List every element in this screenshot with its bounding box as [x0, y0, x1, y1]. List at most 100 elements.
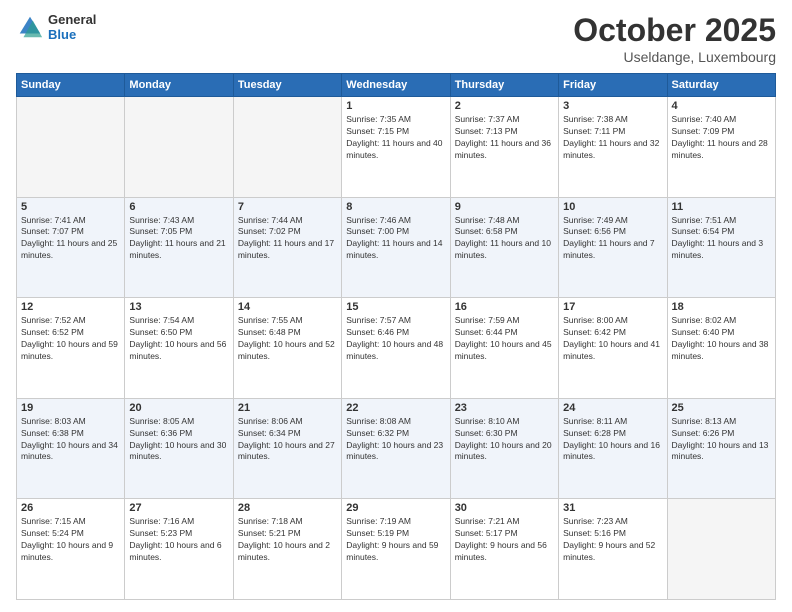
calendar-day-cell: 3Sunrise: 7:38 AMSunset: 7:11 PMDaylight… — [559, 97, 667, 198]
day-number: 22 — [346, 402, 445, 414]
day-number: 29 — [346, 502, 445, 514]
calendar-day-cell: 7 Sunrise: 7:44 AMSunset: 7:02 PMDaylight… — [233, 197, 341, 298]
day-number: 9 — [455, 201, 554, 213]
weekday-header-wednesday: Wednesday — [342, 74, 450, 97]
calendar-day-cell: 8Sunrise: 7:46 AMSunset: 7:00 PMDaylight… — [342, 197, 450, 298]
day-number: 20 — [129, 402, 228, 414]
calendar-day-cell: 23Sunrise: 8:10 AMSunset: 6:30 PMDayligh… — [450, 398, 558, 499]
calendar-day-cell: 12 Sunrise: 7:52 AMSunset: 6:52 PMDayligh… — [17, 298, 125, 399]
day-number: 7 — [238, 201, 337, 213]
calendar-day-cell: 6 Sunrise: 7:43 AMSunset: 7:05 PMDaylight… — [125, 197, 233, 298]
weekday-header-saturday: Saturday — [667, 74, 775, 97]
day-info: Sunrise: 7:57 AMSunset: 6:46 PMDaylight:… — [346, 315, 445, 363]
calendar-week-row: 1 Sunrise: 7:35 AMSunset: 7:15 PMDaylight… — [17, 97, 776, 198]
calendar-day-cell: 17 Sunrise: 8:00 AMSunset: 6:42 PMDayligh… — [559, 298, 667, 399]
page: General Blue October 2025 Useldange, Lux… — [0, 0, 792, 612]
day-info: Sunrise: 7:43 AMSunset: 7:05 PMDaylight:… — [129, 215, 228, 263]
calendar-day-cell: 4 Sunrise: 7:40 AMSunset: 7:09 PMDaylight… — [667, 97, 775, 198]
day-number: 6 — [129, 201, 228, 213]
calendar-header-row: SundayMondayTuesdayWednesdayThursdayFrid… — [17, 74, 776, 97]
day-info: Sunrise: 7:59 AMSunset: 6:44 PMDaylight:… — [455, 315, 554, 363]
day-info: Sunrise: 8:00 AMSunset: 6:42 PMDaylight:… — [563, 315, 662, 363]
calendar-week-row: 26Sunrise: 7:15 AMSunset: 5:24 PMDayligh… — [17, 499, 776, 600]
day-number: 2 — [455, 100, 554, 112]
day-number: 27 — [129, 502, 228, 514]
day-info: Sunrise: 7:41 AMSunset: 7:07 PMDaylight:… — [21, 215, 120, 263]
day-number: 30 — [455, 502, 554, 514]
calendar-day-cell: 28Sunrise: 7:18 AMSunset: 5:21 PMDayligh… — [233, 499, 341, 600]
logo-general: General — [48, 12, 96, 27]
day-info: Sunrise: 7:21 AMSunset: 5:17 PMDaylight:… — [455, 516, 554, 564]
title-location: Useldange, Luxembourg — [573, 49, 776, 65]
day-number: 19 — [21, 402, 120, 414]
calendar-day-cell: 10 Sunrise: 7:49 AMSunset: 6:56 PMDayligh… — [559, 197, 667, 298]
day-number: 28 — [238, 502, 337, 514]
calendar-day-cell — [233, 97, 341, 198]
calendar-week-row: 19 Sunrise: 8:03 AMSunset: 6:38 PMDayligh… — [17, 398, 776, 499]
weekday-header-monday: Monday — [125, 74, 233, 97]
day-info: Sunrise: 7:38 AMSunset: 7:11 PMDaylight:… — [563, 114, 662, 162]
day-number: 18 — [672, 301, 771, 313]
day-number: 25 — [672, 402, 771, 414]
day-info: Sunrise: 8:03 AMSunset: 6:38 PMDaylight:… — [21, 416, 120, 464]
day-info: Sunrise: 7:19 AMSunset: 5:19 PMDaylight:… — [346, 516, 445, 564]
day-number: 11 — [672, 201, 771, 213]
day-info: Sunrise: 7:35 AMSunset: 7:15 PMDaylight:… — [346, 114, 445, 162]
calendar-day-cell: 1 Sunrise: 7:35 AMSunset: 7:15 PMDaylight… — [342, 97, 450, 198]
weekday-header-tuesday: Tuesday — [233, 74, 341, 97]
calendar-day-cell: 11Sunrise: 7:51 AMSunset: 6:54 PMDayligh… — [667, 197, 775, 298]
calendar-day-cell: 18 Sunrise: 8:02 AMSunset: 6:40 PMDayligh… — [667, 298, 775, 399]
day-info: Sunrise: 7:44 AMSunset: 7:02 PMDaylight:… — [238, 215, 337, 263]
header: General Blue October 2025 Useldange, Lux… — [16, 12, 776, 65]
calendar-day-cell — [125, 97, 233, 198]
day-info: Sunrise: 7:48 AMSunset: 6:58 PMDaylight:… — [455, 215, 554, 263]
calendar-day-cell: 21 Sunrise: 8:06 AMSunset: 6:34 PMDayligh… — [233, 398, 341, 499]
day-info: Sunrise: 8:02 AMSunset: 6:40 PMDaylight:… — [672, 315, 771, 363]
day-number: 5 — [21, 201, 120, 213]
logo-blue: Blue — [48, 27, 96, 42]
calendar-day-cell — [667, 499, 775, 600]
calendar-day-cell: 27 Sunrise: 7:16 AMSunset: 5:23 PMDayligh… — [125, 499, 233, 600]
day-info: Sunrise: 7:55 AMSunset: 6:48 PMDaylight:… — [238, 315, 337, 363]
day-number: 10 — [563, 201, 662, 213]
day-info: Sunrise: 7:46 AMSunset: 7:00 PMDaylight:… — [346, 215, 445, 263]
calendar-week-row: 12 Sunrise: 7:52 AMSunset: 6:52 PMDayligh… — [17, 298, 776, 399]
day-number: 15 — [346, 301, 445, 313]
calendar-day-cell: 15 Sunrise: 7:57 AMSunset: 6:46 PMDayligh… — [342, 298, 450, 399]
day-info: Sunrise: 8:06 AMSunset: 6:34 PMDaylight:… — [238, 416, 337, 464]
calendar-day-cell: 22Sunrise: 8:08 AMSunset: 6:32 PMDayligh… — [342, 398, 450, 499]
calendar-day-cell: 14 Sunrise: 7:55 AMSunset: 6:48 PMDayligh… — [233, 298, 341, 399]
day-info: Sunrise: 7:49 AMSunset: 6:56 PMDaylight:… — [563, 215, 662, 263]
day-number: 13 — [129, 301, 228, 313]
calendar-day-cell: 13Sunrise: 7:54 AMSunset: 6:50 PMDayligh… — [125, 298, 233, 399]
calendar-day-cell: 20 Sunrise: 8:05 AMSunset: 6:36 PMDayligh… — [125, 398, 233, 499]
day-number: 24 — [563, 402, 662, 414]
day-number: 12 — [21, 301, 120, 313]
calendar-day-cell: 25 Sunrise: 8:13 AMSunset: 6:26 PMDayligh… — [667, 398, 775, 499]
calendar-day-cell: 29 Sunrise: 7:19 AMSunset: 5:19 PMDayligh… — [342, 499, 450, 600]
calendar-day-cell: 30 Sunrise: 7:21 AMSunset: 5:17 PMDayligh… — [450, 499, 558, 600]
day-info: Sunrise: 7:40 AMSunset: 7:09 PMDaylight:… — [672, 114, 771, 162]
logo-icon — [16, 13, 44, 41]
calendar-day-cell: 5 Sunrise: 7:41 AMSunset: 7:07 PMDaylight… — [17, 197, 125, 298]
weekday-header-sunday: Sunday — [17, 74, 125, 97]
calendar-day-cell: 2 Sunrise: 7:37 AMSunset: 7:13 PMDaylight… — [450, 97, 558, 198]
day-info: Sunrise: 7:37 AMSunset: 7:13 PMDaylight:… — [455, 114, 554, 162]
day-info: Sunrise: 8:10 AMSunset: 6:30 PMDaylight:… — [455, 416, 554, 464]
day-number: 17 — [563, 301, 662, 313]
day-number: 21 — [238, 402, 337, 414]
title-month: October 2025 — [573, 12, 776, 49]
day-info: Sunrise: 7:16 AMSunset: 5:23 PMDaylight:… — [129, 516, 228, 564]
calendar-day-cell: 19 Sunrise: 8:03 AMSunset: 6:38 PMDayligh… — [17, 398, 125, 499]
day-number: 14 — [238, 301, 337, 313]
day-info: Sunrise: 8:13 AMSunset: 6:26 PMDaylight:… — [672, 416, 771, 464]
day-info: Sunrise: 7:52 AMSunset: 6:52 PMDaylight:… — [21, 315, 120, 363]
day-number: 1 — [346, 100, 445, 112]
calendar-week-row: 5 Sunrise: 7:41 AMSunset: 7:07 PMDaylight… — [17, 197, 776, 298]
day-info: Sunrise: 8:05 AMSunset: 6:36 PMDaylight:… — [129, 416, 228, 464]
weekday-header-friday: Friday — [559, 74, 667, 97]
calendar-day-cell: 9 Sunrise: 7:48 AMSunset: 6:58 PMDaylight… — [450, 197, 558, 298]
calendar-day-cell: 26Sunrise: 7:15 AMSunset: 5:24 PMDayligh… — [17, 499, 125, 600]
day-number: 31 — [563, 502, 662, 514]
day-number: 4 — [672, 100, 771, 112]
